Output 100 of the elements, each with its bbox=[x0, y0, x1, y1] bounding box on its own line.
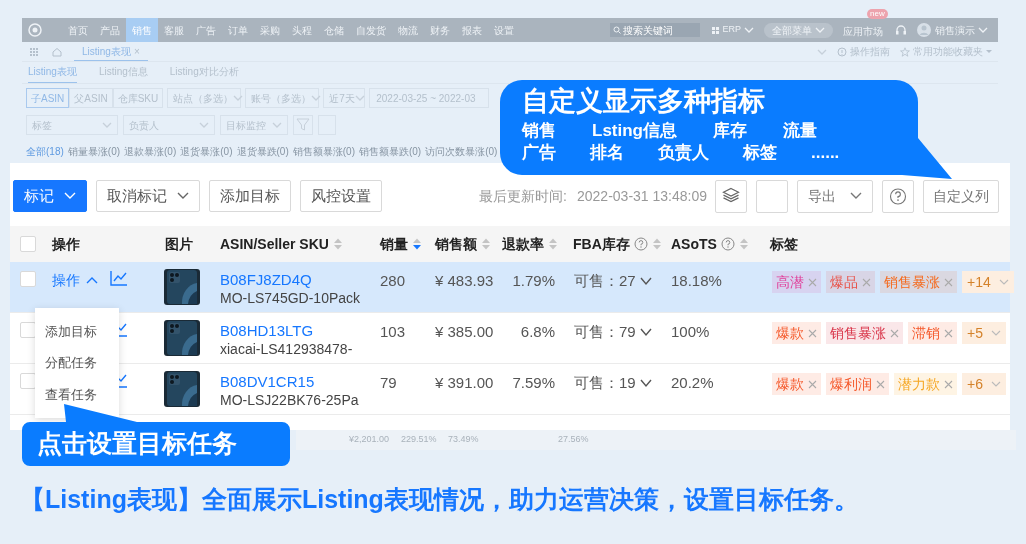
nav-item[interactable]: 采购 bbox=[254, 18, 286, 42]
nav-item[interactable]: 自发货 bbox=[350, 18, 392, 42]
asin-link[interactable]: B08DV1CR15 bbox=[220, 372, 315, 391]
nav-item[interactable]: 销售 bbox=[126, 18, 158, 42]
close-icon[interactable] bbox=[890, 328, 899, 338]
sort-icon[interactable] bbox=[738, 237, 749, 251]
close-icon[interactable] bbox=[944, 328, 953, 338]
stock-dropdown[interactable]: 可售：79 bbox=[574, 321, 652, 344]
nav-item[interactable]: 报表 bbox=[456, 18, 488, 42]
checkbox[interactable] bbox=[20, 322, 36, 338]
status-tab[interactable]: 销售额暴涨(0) bbox=[292, 144, 355, 164]
chevron-down-icon bbox=[102, 121, 112, 129]
toolbar-button[interactable]: 取消标记 bbox=[96, 180, 200, 212]
customize-columns-button[interactable]: 自定义列 bbox=[923, 179, 999, 213]
help-icon[interactable] bbox=[633, 237, 648, 251]
status-tab[interactable]: 退货暴涨(0) bbox=[180, 144, 233, 164]
blank-button[interactable] bbox=[756, 179, 788, 213]
callout-item: 负责人 bbox=[658, 142, 709, 164]
sub-tab[interactable]: Listing表现 bbox=[28, 64, 77, 83]
toolbar-button[interactable]: 标记 bbox=[13, 180, 87, 212]
chevron-down-icon bbox=[990, 380, 1001, 388]
toolbar-button[interactable]: 添加目标 bbox=[209, 180, 291, 212]
sort-icon[interactable] bbox=[332, 237, 343, 251]
tag[interactable]: 滞销 bbox=[908, 322, 957, 344]
search-field[interactable]: 搜索关键词 bbox=[610, 23, 701, 37]
chevron-down-icon bbox=[639, 378, 652, 388]
menu-item[interactable]: 查看任务 bbox=[35, 378, 119, 410]
asots-cell-text: 100% bbox=[671, 322, 710, 340]
status-tab[interactable]: 退货暴跌(0) bbox=[236, 144, 289, 164]
close-icon[interactable] bbox=[876, 379, 885, 389]
nav-item[interactable]: 广告 bbox=[190, 18, 222, 42]
logo-icon[interactable] bbox=[28, 23, 42, 37]
chevron-down-icon bbox=[639, 327, 652, 337]
sku-text: MO-LS745GD-10Pack bbox=[220, 289, 361, 308]
close-icon[interactable] bbox=[808, 277, 817, 287]
status-tab[interactable]: 销售额暴跌(0) bbox=[358, 144, 422, 164]
callout-item: 广告 bbox=[522, 142, 556, 164]
segment-button[interactable]: 子ASIN bbox=[26, 88, 70, 108]
tag[interactable]: 爆款 bbox=[772, 322, 821, 344]
close-tab-icon[interactable]: × bbox=[133, 43, 140, 59]
tag[interactable]: 爆利润 bbox=[826, 373, 889, 395]
chevron-down-icon bbox=[978, 26, 988, 34]
refund-rate-cell-text: 1.79% bbox=[512, 271, 555, 289]
nav-item[interactable]: 物流 bbox=[392, 18, 424, 42]
sort-icon[interactable] bbox=[548, 237, 558, 251]
checkbox[interactable] bbox=[20, 236, 36, 252]
close-icon[interactable] bbox=[808, 328, 817, 338]
sort-icon[interactable] bbox=[412, 237, 422, 251]
toolbar-button[interactable]: 风控设置 bbox=[300, 180, 382, 212]
new-badge: new bbox=[867, 9, 888, 19]
menu-item[interactable]: 添加目标 bbox=[35, 316, 119, 348]
avatar-icon[interactable] bbox=[917, 23, 931, 37]
nav-item[interactable]: 客服 bbox=[158, 18, 190, 42]
layers-icon[interactable] bbox=[715, 179, 747, 213]
status-tab[interactable]: 退款暴涨(0) bbox=[124, 144, 177, 164]
export-button[interactable]: 导出 bbox=[797, 179, 873, 213]
more-tags-button[interactable]: +14 bbox=[962, 271, 1014, 293]
revenue-cell-text: ¥ 391.00 bbox=[435, 373, 494, 391]
page-tab[interactable]: Listing表现 × bbox=[74, 42, 148, 61]
total-value: 73.49% bbox=[448, 433, 479, 447]
help-icon[interactable] bbox=[720, 237, 735, 251]
close-icon[interactable] bbox=[808, 379, 817, 389]
status-tab[interactable]: 访问次数暴涨(0) bbox=[425, 144, 498, 164]
action-link[interactable]: 操作 bbox=[52, 270, 98, 291]
nav-item[interactable]: 仓储 bbox=[318, 18, 350, 42]
stock-dropdown[interactable]: 可售：19 bbox=[574, 372, 652, 395]
home-icon[interactable] bbox=[52, 46, 62, 57]
tag[interactable]: 销售暴涨 bbox=[826, 322, 903, 344]
callout-item: Lsting信息 bbox=[592, 120, 677, 142]
asots-cell-text: 18.18% bbox=[671, 271, 722, 289]
checkbox[interactable] bbox=[20, 271, 36, 287]
close-icon[interactable] bbox=[862, 277, 871, 287]
tag[interactable]: 销售暴涨 bbox=[880, 271, 957, 293]
asin-link[interactable]: B08HD13LTG bbox=[220, 321, 314, 340]
sales-cell-text: 79 bbox=[380, 373, 397, 391]
tag[interactable]: 爆款 bbox=[772, 373, 821, 395]
nav-item[interactable]: 财务 bbox=[424, 18, 456, 42]
stock-dropdown[interactable]: 可售：27 bbox=[574, 270, 652, 293]
filter-icon[interactable] bbox=[293, 115, 313, 135]
more-tags-button[interactable]: +6 bbox=[962, 373, 1006, 395]
close-icon[interactable] bbox=[944, 379, 953, 389]
app-market-link[interactable]: 应用市场 bbox=[843, 24, 883, 39]
more-tags-button[interactable]: +5 bbox=[962, 322, 1006, 344]
tag[interactable]: 高潜 bbox=[772, 271, 821, 293]
sort-icon[interactable] bbox=[481, 237, 491, 251]
erp-menu[interactable]: ERP bbox=[712, 23, 754, 37]
apps-grid-icon[interactable] bbox=[30, 47, 38, 56]
asin-link[interactable]: B08FJ8ZD4Q bbox=[220, 270, 312, 289]
nav-item[interactable]: 首页 bbox=[62, 18, 94, 42]
nav-item[interactable]: 头程 bbox=[286, 18, 318, 42]
checkbox[interactable] bbox=[20, 373, 36, 389]
tag[interactable]: 爆品 bbox=[826, 271, 875, 293]
chevron-down-icon bbox=[817, 47, 827, 56]
status-tab[interactable]: 销量暴涨(0) bbox=[67, 144, 121, 164]
tag[interactable]: 潜力款 bbox=[894, 373, 957, 395]
user-menu[interactable]: 销售演示 bbox=[935, 22, 988, 38]
sort-icon[interactable] bbox=[651, 237, 662, 251]
headset-icon[interactable] bbox=[895, 24, 907, 36]
close-icon[interactable] bbox=[944, 277, 953, 287]
line-chart-icon[interactable] bbox=[110, 270, 128, 286]
